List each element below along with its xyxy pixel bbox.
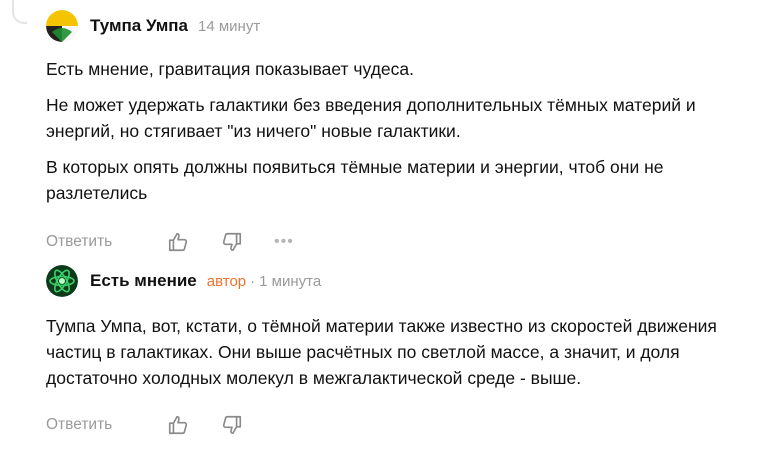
like-icon (168, 232, 188, 252)
dislike-button[interactable] (220, 413, 244, 437)
comment-time: 14 минут (198, 17, 261, 35)
reply-button[interactable]: Ответить (46, 416, 166, 434)
comment-paragraph: Не может удержать галактики без введения… (46, 95, 696, 141)
separator-dot: · (250, 272, 256, 290)
dislike-icon (222, 232, 242, 252)
like-button[interactable] (166, 230, 190, 254)
comment-time: 1 минута (259, 272, 322, 290)
comment-paragraph: Тумпа Умпа, вот, кстати, о тёмной матери… (46, 316, 717, 388)
comment-paragraph: В которых опять должны появиться тёмные … (46, 157, 664, 203)
reply-button[interactable]: Ответить (46, 233, 166, 251)
avatar[interactable] (46, 265, 78, 297)
comment: Тумпа Умпа 14 минут Есть мнение, гравита… (46, 8, 745, 256)
dislike-icon (222, 415, 242, 435)
like-button[interactable] (166, 413, 190, 437)
comment-actions: Ответить ••• (46, 228, 745, 256)
avatar-image-icon (46, 10, 78, 42)
comment-header: Тумпа Умпа 14 минут (46, 8, 745, 44)
thread-connector-line (12, 0, 27, 24)
author-badge: автор (206, 272, 247, 290)
comment-header: Есть мнение автор · 1 минута (46, 263, 745, 299)
author-name[interactable]: Есть мнение (90, 271, 197, 291)
avatar[interactable] (46, 10, 78, 42)
comment: Есть мнение автор · 1 минута Тумпа Умпа,… (46, 263, 745, 439)
comment-actions: Ответить (46, 411, 745, 439)
author-name[interactable]: Тумпа Умпа (90, 16, 188, 36)
atom-avatar-icon (46, 265, 78, 297)
comment-paragraph: Есть мнение, гравитация показывает чудес… (46, 59, 414, 79)
dislike-button[interactable] (220, 230, 244, 254)
more-icon[interactable]: ••• (274, 234, 294, 250)
like-icon (168, 415, 188, 435)
